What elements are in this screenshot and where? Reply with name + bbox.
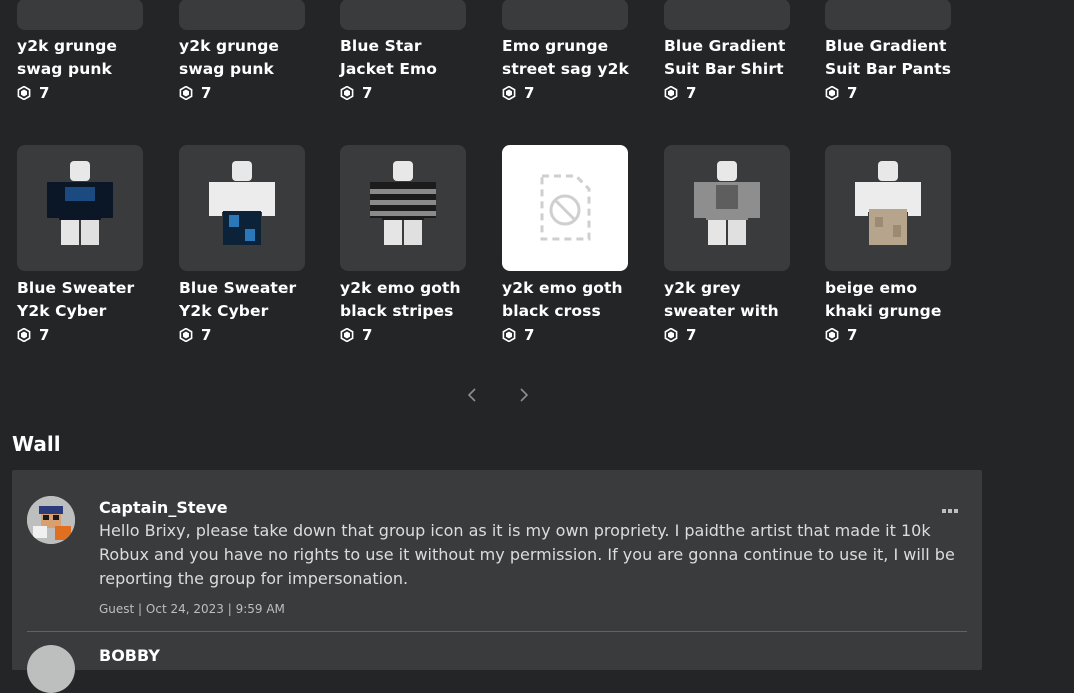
item-price: 7 [17,83,163,103]
divider [27,631,967,632]
catalog-item[interactable]: beige emo khaki grunge 7 [825,145,971,345]
item-price: 7 [825,83,971,103]
item-thumbnail[interactable] [17,0,143,30]
robux-icon [340,86,354,100]
robux-icon [340,328,354,342]
robux-icon [664,86,678,100]
item-name[interactable]: y2k emo goth black stripes [340,277,486,323]
item-price: 7 [825,325,971,345]
item-thumbnail[interactable] [502,145,628,271]
avatar-figure [370,161,436,245]
item-name[interactable]: Blue Gradient Suit Bar Shirt [664,35,810,81]
avatar-figure [209,161,275,245]
robux-icon [825,328,839,342]
avatar-figure [47,161,113,245]
prev-page-button[interactable] [462,384,484,406]
catalog-item[interactable]: Blue Sweater Y2k Cyber 7 [17,145,163,345]
avatar-figure [855,161,921,245]
item-price: 7 [502,83,648,103]
item-name[interactable]: y2k grey sweater with [664,277,810,323]
item-price: 7 [340,83,486,103]
robux-icon [179,86,193,100]
wall-title: Wall [12,432,61,456]
catalog-item[interactable]: y2k grunge swag punk 7 [17,0,163,103]
item-price: 7 [179,83,325,103]
robux-icon [179,328,193,342]
item-name[interactable]: y2k grunge swag punk [17,35,163,81]
catalog-item[interactable]: Blue Gradient Suit Bar Pants 7 [825,0,971,103]
item-thumbnail[interactable] [17,145,143,271]
avatar-figure [694,161,760,245]
item-name[interactable]: Blue Sweater Y2k Cyber [179,277,325,323]
catalog-item[interactable]: y2k emo goth black stripes 7 [340,145,486,345]
robux-icon [17,328,31,342]
robux-icon [664,328,678,342]
avatar[interactable] [27,645,75,693]
item-name[interactable]: Blue Star Jacket Emo [340,35,486,81]
catalog-item[interactable]: Blue Sweater Y2k Cyber 7 [179,145,325,345]
robux-icon [825,86,839,100]
item-price: 7 [179,325,325,345]
item-name[interactable]: y2k grunge swag punk [179,35,325,81]
more-dots-icon [942,509,946,513]
item-price: 7 [340,325,486,345]
post-author[interactable]: Captain_Steve [99,498,228,517]
item-name[interactable]: beige emo khaki grunge [825,277,971,323]
catalog-item[interactable]: y2k emo goth black cross 7 [502,145,648,345]
chevron-right-icon [520,388,529,402]
item-thumbnail[interactable] [664,0,790,30]
item-thumbnail[interactable] [340,145,466,271]
post-author[interactable]: BOBBY [99,646,160,665]
item-thumbnail[interactable] [179,145,305,271]
item-name[interactable]: Blue Gradient Suit Bar Pants [825,35,971,81]
more-options-button[interactable] [942,498,962,513]
item-thumbnail[interactable] [179,0,305,30]
item-thumbnail[interactable] [664,145,790,271]
wall-posts: Captain_Steve Hello Brixy, please take d… [12,470,982,693]
item-price: 7 [502,325,648,345]
avatar-headshot [27,496,75,544]
catalog-item[interactable]: y2k grunge swag punk 7 [179,0,325,103]
item-thumbnail[interactable] [825,0,951,30]
catalog-item[interactable]: Emo grunge street sag y2k 7 [502,0,648,103]
chevron-left-icon [467,388,476,402]
catalog-item[interactable]: Blue Gradient Suit Bar Shirt 7 [664,0,810,103]
next-page-button[interactable] [512,384,534,406]
avatar[interactable] [27,496,75,544]
robux-icon [17,86,31,100]
item-name[interactable]: Emo grunge street sag y2k [502,35,648,81]
item-thumbnail[interactable] [340,0,466,30]
catalog-item[interactable]: y2k grey sweater with 7 [664,145,810,345]
post-meta: Guest | Oct 24, 2023 | 9:59 AM [99,602,285,616]
item-name[interactable]: y2k emo goth black cross [502,277,648,323]
unavailable-image-icon [540,174,591,241]
catalog-item[interactable]: Blue Star Jacket Emo 7 [340,0,486,103]
post-body: Hello Brixy, please take down that group… [99,521,955,588]
item-thumbnail[interactable] [825,145,951,271]
robux-icon [502,86,516,100]
item-price: 7 [17,325,163,345]
item-thumbnail[interactable] [502,0,628,30]
item-name[interactable]: Blue Sweater Y2k Cyber [17,277,163,323]
robux-icon [502,328,516,342]
item-price: 7 [664,83,810,103]
item-price: 7 [664,325,810,345]
catalog-pager [462,384,536,406]
